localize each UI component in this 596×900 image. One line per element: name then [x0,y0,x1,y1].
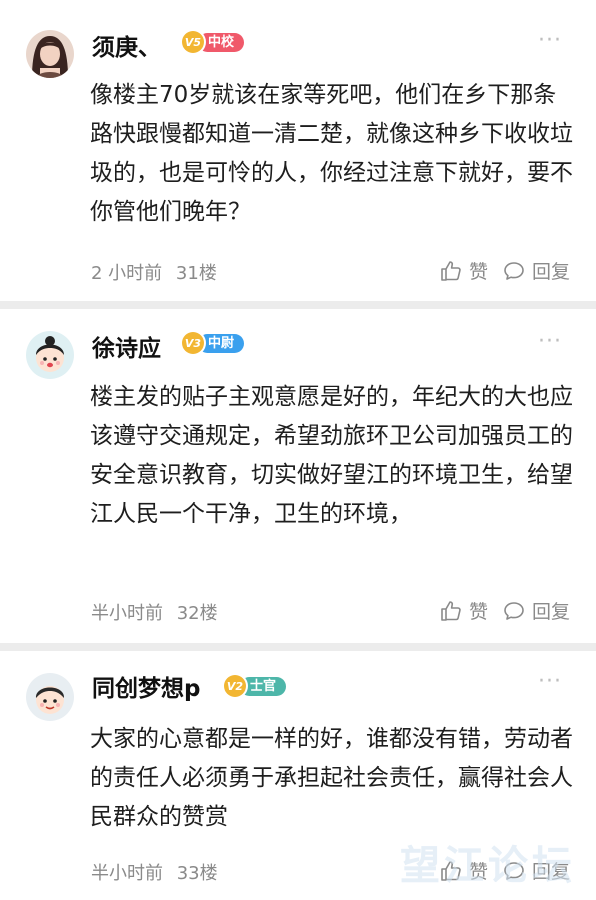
more-dots-icon[interactable]: ··· [538,28,562,53]
reply-label: 回复 [531,601,570,623]
comment-text: 大家的心意都是一样的好，谁都没有错，劳动者的责任人必须勇于承担起社会责任，赢得社… [90,726,573,830]
comment-actions: 赞 回复 [439,597,570,624]
like-label: 赞 [468,601,488,623]
user-level-badge: V5 中校 [182,31,245,53]
username[interactable]: 徐诗应 [92,329,161,363]
floor-number: 33楼 [176,863,218,884]
floor-number: 31楼 [175,263,217,284]
thumbs-up-icon [439,259,463,283]
floor-number: 32楼 [176,603,218,624]
comment-meta: 半小时前 32楼 [91,599,218,625]
user-level-badge: V3 中尉 [182,332,245,354]
site-watermark: 望江论坛 [400,843,576,889]
vip-level-icon: V3 [182,332,204,354]
comment-item: 须庚、 V5 中校 ··· 像楼主70岁就该在家等死吧，他们在乡下那条路快跟慢都… [0,0,596,301]
reply-button[interactable]: 回复 [502,597,570,624]
rank-label: 士官 [240,676,287,696]
avatar[interactable] [26,673,74,721]
comment-time: 2 小时前 [91,263,163,284]
comment-text: 像楼主70岁就该在家等死吧，他们在乡下那条路快跟慢都知道一清二楚，就像这种乡下收… [90,82,573,225]
vip-level-icon: V5 [182,31,204,53]
avatar[interactable] [26,30,74,78]
username[interactable]: 须庚、 [92,28,161,62]
user-level-badge: V2 士官 [224,675,287,697]
like-button[interactable]: 赞 [439,257,488,284]
comment-time: 半小时前 [91,863,163,884]
rank-label: 中校 [198,32,245,52]
chat-bubble-icon [502,599,526,623]
comment-list: 须庚、 V5 中校 ··· 像楼主70岁就该在家等死吧，他们在乡下那条路快跟慢都… [0,0,596,900]
like-label: 赞 [468,261,488,283]
thumbs-up-icon [439,599,463,623]
rank-label: 中尉 [198,333,245,353]
reply-label: 回复 [531,261,570,283]
like-button[interactable]: 赞 [439,597,488,624]
comment-meta: 2 小时前 31楼 [91,259,217,285]
comment-item: 徐诗应 V3 中尉 ··· 楼主发的贴子主观意愿是好的，年纪大的大也应该遵守交通… [0,309,596,643]
comment-meta: 半小时前 33楼 [91,859,218,885]
comment-time: 半小时前 [91,603,163,624]
comment-actions: 赞 回复 [439,257,570,284]
username[interactable]: 同创梦想p [92,669,200,703]
vip-level-icon: V2 [224,675,246,697]
more-dots-icon[interactable]: ··· [538,329,562,354]
reply-button[interactable]: 回复 [502,257,570,284]
more-dots-icon[interactable]: ··· [538,669,562,694]
chat-bubble-icon [502,259,526,283]
avatar[interactable] [26,331,74,379]
comment-text: 楼主发的贴子主观意愿是好的，年纪大的大也应该遵守交通规定，希望劲旅环卫公司加强员… [90,384,573,527]
